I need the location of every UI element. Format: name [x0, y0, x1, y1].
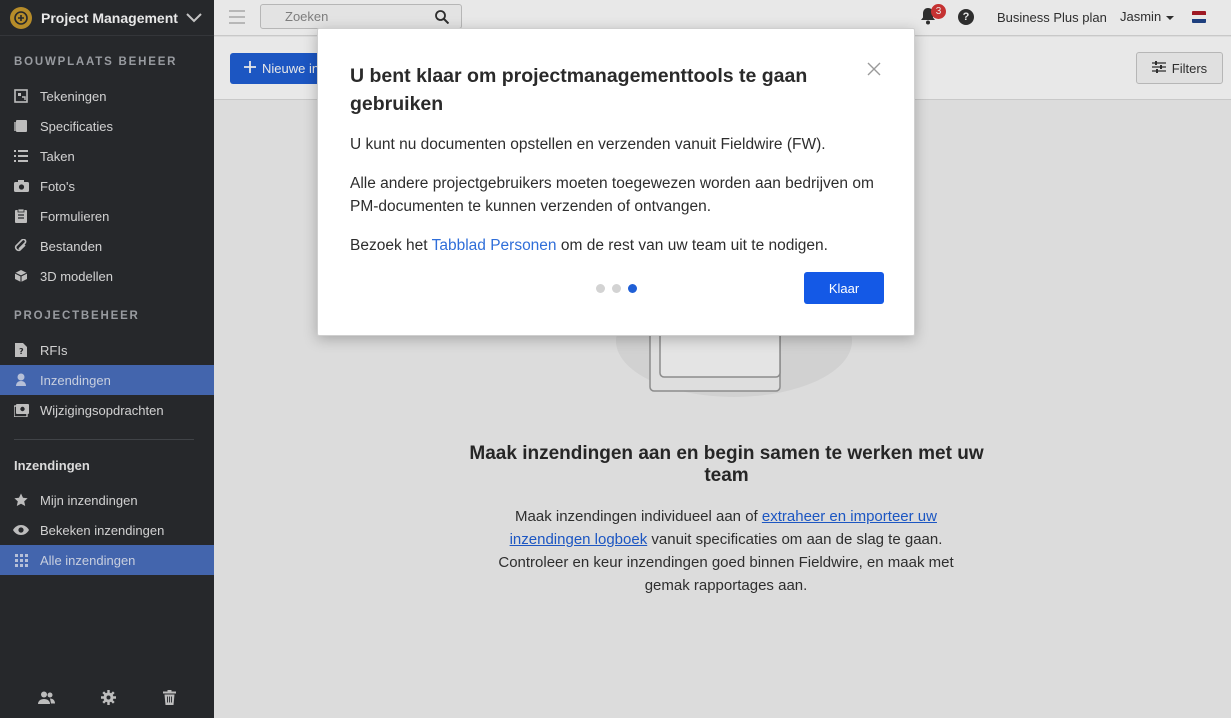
step-dot-active[interactable]	[628, 284, 637, 293]
people-tab-link[interactable]: Tabblad Personen	[432, 237, 557, 254]
step-dot[interactable]	[596, 284, 605, 293]
done-button[interactable]: Klaar	[804, 272, 884, 304]
onboarding-modal: U bent klaar om projectmanagementtools t…	[317, 28, 915, 336]
modal-paragraph-3: Bezoek het Tabblad Personen om de rest v…	[350, 234, 890, 257]
modal-p3-suffix: om de rest van uw team uit te nodigen.	[556, 237, 828, 254]
step-indicator	[596, 284, 637, 293]
modal-paragraph-1: U kunt nu documenten opstellen en verzen…	[350, 136, 826, 153]
modal-title: U bent klaar om projectmanagementtools t…	[350, 65, 808, 115]
modal-paragraph-2: Alle andere projectgebruikers moeten toe…	[350, 175, 874, 215]
modal-p3-prefix: Bezoek het	[350, 237, 432, 254]
step-dot[interactable]	[612, 284, 621, 293]
close-icon[interactable]	[867, 62, 881, 76]
